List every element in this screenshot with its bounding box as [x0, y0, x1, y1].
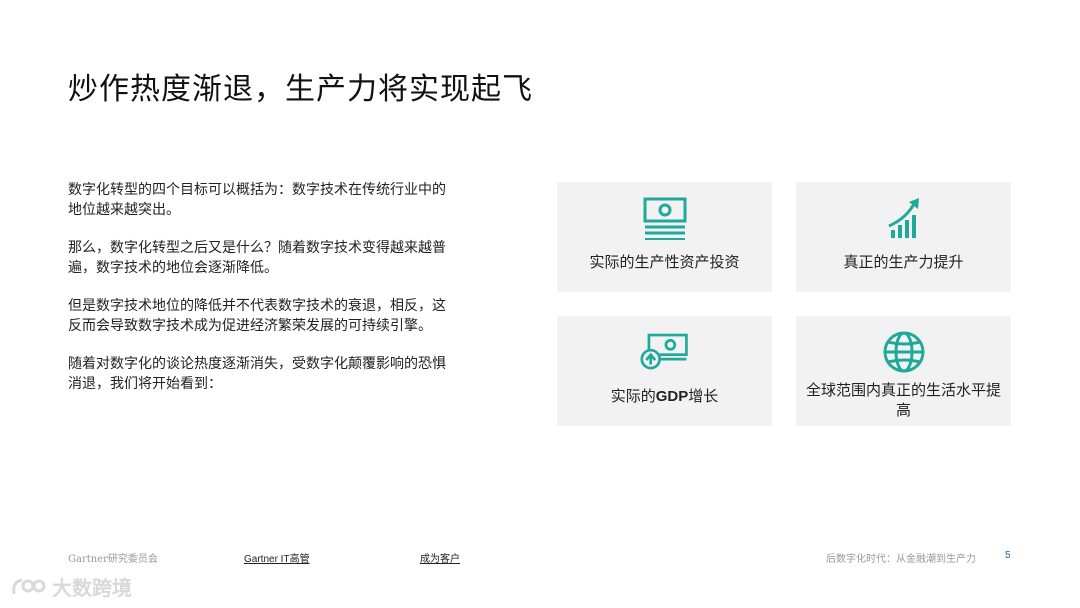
card-productive-investment: 实际的生产性资产投资 — [557, 182, 772, 292]
card-label: 全球范围内真正的生活水平提高 — [805, 381, 1001, 419]
footer-link-become-client[interactable]: 成为客户 — [420, 550, 460, 565]
card-label: 实际的生产性资产投资 — [589, 253, 740, 271]
watermark-logo-icon — [12, 578, 46, 594]
slide-title: 炒作热度渐退，生产力将实现起飞 — [68, 72, 533, 107]
body-text: 数字化转型的四个目标可以概括为：数字技术在传统行业中的地位越来越突出。 那么，数… — [68, 180, 458, 412]
growth-chart-icon — [887, 198, 919, 238]
paragraph-3: 但是数字技术地位的降低并不代表数字技术的衰退，相反，这反而会导致数字技术成为促进… — [68, 298, 446, 334]
watermark-text: 大数跨境 — [52, 576, 132, 600]
paragraph-4: 随着对数字化的谈论热度逐渐消失，受数字化颠覆影响的恐惧消退，我们将开始看到： — [68, 356, 446, 392]
watermark: 大数跨境 — [10, 572, 132, 601]
money-up-icon — [639, 333, 688, 370]
card-label: 实际的GDP增长 — [610, 387, 719, 405]
paragraph-1: 数字化转型的四个目标可以概括为：数字技术在传统行业中的地位越来越突出。 — [68, 182, 446, 218]
page-number: 5 — [1005, 550, 1011, 561]
cash-icon — [643, 197, 686, 240]
card-label: 真正的生产力提升 — [843, 253, 964, 271]
footer-doc-title: 后数字化时代：从金融潮到生产力 — [826, 554, 976, 565]
card-productivity-gain: 真正的生产力提升 — [796, 182, 1011, 292]
paragraph-2: 那么，数字化转型之后又是什么？随着数字技术变得越来越普遍，数字技术的地位会逐渐降… — [68, 240, 446, 276]
footer-org: Gartner研究委员会 — [68, 554, 158, 565]
card-living-standards: 全球范围内真正的生活水平提高 — [796, 316, 1011, 426]
footer-link-it-executives[interactable]: Gartner IT高管 — [244, 550, 310, 565]
globe-icon — [883, 331, 924, 373]
card-gdp-growth: 实际的GDP增长 — [557, 316, 772, 426]
